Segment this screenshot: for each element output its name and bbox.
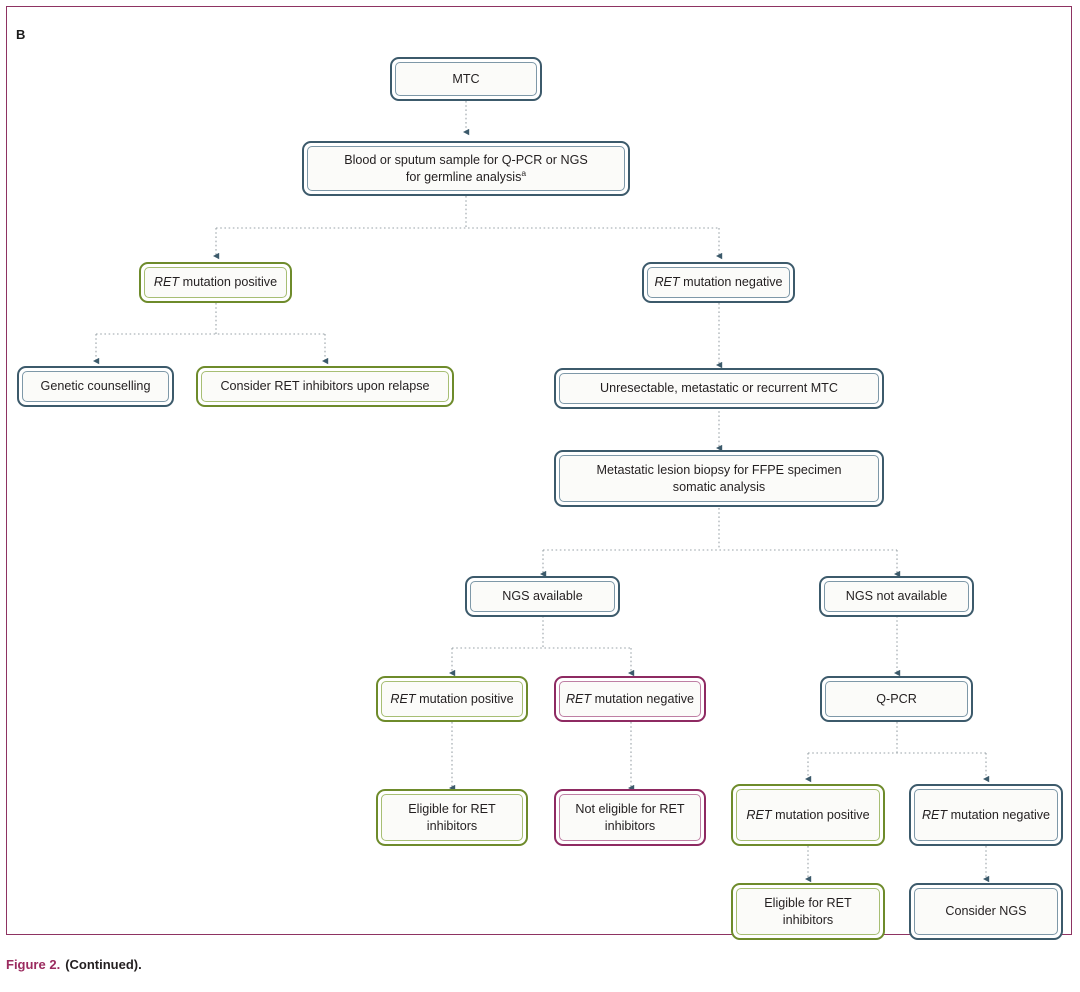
qpcr-eligible-line2: inhibitors (782, 912, 834, 927)
node-consider-ret-inhibitors-relapse[interactable]: Consider RET inhibitors upon relapse (196, 366, 454, 407)
germline-negative-rest: mutation negative (679, 275, 783, 290)
node-ngs-eligible-label: Eligible for RET inhibitors (408, 801, 496, 834)
not-eligible-line1: Not eligible for RET (575, 801, 685, 816)
qpcr-positive-rest: mutation positive (771, 807, 870, 822)
node-qpcr-eligible[interactable]: Eligible for RET inhibitors (731, 883, 885, 940)
node-germline-sample-label: Blood or sputum sample for Q-PCR or NGS … (344, 152, 588, 185)
node-mtc[interactable]: MTC (390, 57, 542, 101)
node-consider-ngs[interactable]: Consider NGS (909, 883, 1063, 940)
node-ngs-not-eligible-inner: Not eligible for RET inhibitors (559, 794, 701, 841)
node-germline-ret-negative-inner: RET mutation negative (647, 267, 790, 298)
panel-label-b: B (16, 27, 26, 42)
node-ngs-not-available-label: NGS not available (845, 589, 948, 604)
biopsy-line1: Metastatic lesion biopsy for FFPE specim… (596, 462, 842, 477)
node-consider-ret-inhibitors-relapse-label: Consider RET inhibitors upon relapse (220, 379, 430, 394)
node-genetic-counselling-inner: Genetic counselling (22, 371, 169, 402)
node-ngs-not-eligible-label: Not eligible for RET inhibitors (575, 801, 684, 834)
node-ngs-not-available-inner: NGS not available (824, 581, 969, 612)
node-mtc-inner: MTC (395, 62, 537, 96)
gene-name-ret: RET (654, 275, 680, 290)
gene-name-ret: RET (153, 275, 180, 290)
qpcr-negative-rest: mutation negative (947, 807, 1051, 822)
node-germline-ret-negative-label: RET mutation negative (654, 274, 782, 291)
node-qpcr-ret-negative-label: RET mutation negative (922, 807, 1050, 824)
node-ngs-ret-negative-label: RET mutation negative (566, 691, 694, 708)
figure-caption: Figure 2. (Continued). (6, 957, 142, 972)
node-metastatic-biopsy-inner: Metastatic lesion biopsy for FFPE specim… (559, 455, 879, 502)
node-germline-ret-positive-label: RET mutation positive (154, 274, 277, 291)
node-qpcr-ret-positive-inner: RET mutation positive (736, 789, 880, 841)
node-unresectable-mtc[interactable]: Unresectable, metastatic or recurrent MT… (554, 368, 884, 409)
qpcr-eligible-line1: Eligible for RET (764, 895, 852, 910)
gene-name-ret: RET (746, 807, 772, 822)
biopsy-line2: somatic analysis (672, 479, 766, 494)
node-germline-ret-negative[interactable]: RET mutation negative (642, 262, 795, 303)
figure-caption-number: Figure 2. (6, 957, 61, 972)
node-metastatic-biopsy[interactable]: Metastatic lesion biopsy for FFPE specim… (554, 450, 884, 507)
node-unresectable-mtc-label: Unresectable, metastatic or recurrent MT… (600, 381, 838, 396)
germline-sample-footnote-marker: a (521, 167, 527, 178)
germline-sample-line1: Blood or sputum sample for Q-PCR or NGS (344, 152, 588, 167)
node-ngs-eligible[interactable]: Eligible for RET inhibitors (376, 789, 528, 846)
node-ngs-ret-positive-inner: RET mutation positive (381, 681, 523, 717)
node-germline-sample-inner: Blood or sputum sample for Q-PCR or NGS … (307, 146, 625, 191)
node-ngs-available[interactable]: NGS available (465, 576, 620, 617)
node-ngs-available-label: NGS available (502, 589, 583, 604)
not-eligible-line2: inhibitors (604, 818, 656, 833)
gene-name-ret: RET (565, 691, 592, 706)
eligible-line2: inhibitors (426, 818, 478, 833)
node-ngs-not-available[interactable]: NGS not available (819, 576, 974, 617)
node-qpcr-eligible-inner: Eligible for RET inhibitors (736, 888, 880, 935)
ngs-positive-rest: mutation positive (415, 691, 514, 706)
node-consider-ngs-label: Consider NGS (945, 904, 1027, 919)
node-unresectable-mtc-inner: Unresectable, metastatic or recurrent MT… (559, 373, 879, 404)
node-metastatic-biopsy-label: Metastatic lesion biopsy for FFPE specim… (597, 462, 842, 495)
gene-name-ret: RET (921, 807, 948, 822)
node-qpcr-ret-negative-inner: RET mutation negative (914, 789, 1058, 841)
germline-sample-line2: for germline analysis (405, 169, 522, 184)
node-ngs-eligible-inner: Eligible for RET inhibitors (381, 794, 523, 841)
node-qpcr-ret-positive-label: RET mutation positive (746, 807, 869, 824)
node-consider-ret-inhibitors-relapse-inner: Consider RET inhibitors upon relapse (201, 371, 449, 402)
germline-positive-rest: mutation positive (179, 275, 278, 290)
node-genetic-counselling[interactable]: Genetic counselling (17, 366, 174, 407)
node-qpcr-inner: Q-PCR (825, 681, 968, 717)
node-genetic-counselling-label: Genetic counselling (40, 379, 151, 394)
node-ngs-ret-negative[interactable]: RET mutation negative (554, 676, 706, 722)
ngs-negative-rest: mutation negative (591, 691, 695, 706)
node-qpcr-ret-positive[interactable]: RET mutation positive (731, 784, 885, 846)
node-mtc-label: MTC (452, 71, 480, 86)
node-germline-ret-positive-inner: RET mutation positive (144, 267, 287, 298)
node-qpcr[interactable]: Q-PCR (820, 676, 973, 722)
node-qpcr-ret-negative[interactable]: RET mutation negative (909, 784, 1063, 846)
node-ngs-ret-negative-inner: RET mutation negative (559, 681, 701, 717)
node-germline-ret-positive[interactable]: RET mutation positive (139, 262, 292, 303)
node-germline-sample[interactable]: Blood or sputum sample for Q-PCR or NGS … (302, 141, 630, 196)
node-qpcr-eligible-label: Eligible for RET inhibitors (764, 895, 852, 928)
node-ngs-available-inner: NGS available (470, 581, 615, 612)
node-ngs-ret-positive-label: RET mutation positive (390, 691, 513, 708)
node-ngs-not-eligible[interactable]: Not eligible for RET inhibitors (554, 789, 706, 846)
gene-name-ret: RET (390, 691, 416, 706)
node-ngs-ret-positive[interactable]: RET mutation positive (376, 676, 528, 722)
figure-caption-text: (Continued). (65, 957, 142, 972)
node-qpcr-label: Q-PCR (876, 691, 917, 706)
node-consider-ngs-inner: Consider NGS (914, 888, 1058, 935)
eligible-line1: Eligible for RET (408, 801, 496, 816)
